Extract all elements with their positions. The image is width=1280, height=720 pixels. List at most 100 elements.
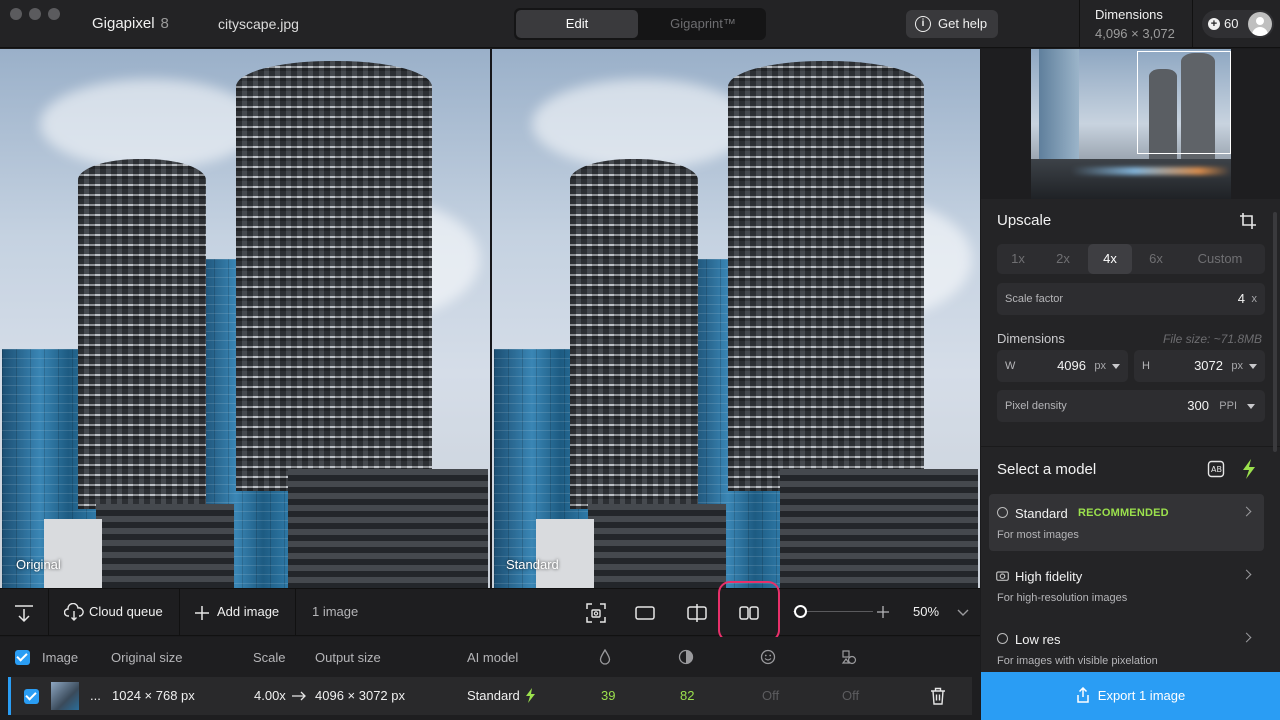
model-high-fidelity[interactable]: High fidelity For high-resolution images bbox=[989, 557, 1264, 614]
crop-icon[interactable] bbox=[1239, 212, 1257, 230]
compare-models-icon[interactable]: AB bbox=[1207, 460, 1225, 478]
scale-factor-unit: x bbox=[1251, 293, 1258, 305]
width-label: W bbox=[1005, 360, 1016, 372]
image-count: 1 image bbox=[312, 604, 359, 619]
header-original-size: Original size bbox=[111, 650, 183, 665]
row-original-size: 1024 × 768 px bbox=[112, 688, 195, 703]
header-scale: Scale bbox=[253, 650, 286, 665]
image-thumbnail bbox=[51, 682, 79, 710]
row-scale: 4.00x bbox=[254, 688, 286, 703]
cloud-queue-button[interactable]: Cloud queue bbox=[89, 604, 163, 619]
header-ai-model: AI model bbox=[467, 650, 519, 665]
pixel-density-unit: PPI bbox=[1219, 400, 1237, 412]
pixel-density-field[interactable]: Pixel density 300 PPI bbox=[997, 390, 1265, 422]
avatar[interactable] bbox=[1248, 12, 1272, 36]
width-unit: px bbox=[1094, 360, 1106, 372]
header-output-size: Output size bbox=[315, 650, 381, 665]
row-value-1: 39 bbox=[601, 688, 616, 703]
select-all-checkbox[interactable] bbox=[15, 650, 30, 665]
row-checkbox[interactable] bbox=[24, 689, 39, 704]
scale-factor-field[interactable]: Scale factor 4 x bbox=[997, 283, 1265, 315]
height-field[interactable]: H 3072 px bbox=[1134, 350, 1265, 382]
scale-factor-label: Scale factor bbox=[1005, 293, 1064, 305]
panel-scrollbar[interactable] bbox=[1273, 212, 1277, 452]
split-view-icon[interactable] bbox=[685, 601, 709, 625]
row-value-4: Off bbox=[842, 688, 860, 703]
model-name: Low res bbox=[1015, 632, 1061, 647]
chevron-right-icon bbox=[1241, 569, 1252, 580]
credits-count: 60 bbox=[1224, 16, 1239, 31]
globe-icon bbox=[997, 633, 1008, 644]
model-name: High fidelity bbox=[1015, 569, 1083, 584]
row-ai-model[interactable]: Standard bbox=[467, 688, 520, 703]
minimize-window-button[interactable] bbox=[29, 8, 41, 20]
side-by-side-highlight bbox=[718, 581, 780, 642]
chevron-down-icon[interactable] bbox=[1112, 364, 1120, 369]
header-image: Image bbox=[42, 650, 79, 665]
tab-gigaprint[interactable]: Gigaprint™ bbox=[642, 10, 764, 38]
zoom-in-icon[interactable] bbox=[877, 606, 889, 618]
image-table: Image Original size Scale Output size AI… bbox=[0, 637, 980, 720]
app-name: Gigapixel 8 bbox=[92, 15, 169, 32]
scale-1x[interactable]: 1x bbox=[997, 244, 1039, 274]
export-button[interactable]: Export 1 image bbox=[981, 672, 1280, 720]
lightning-icon[interactable] bbox=[1241, 459, 1257, 479]
height-unit: px bbox=[1231, 360, 1243, 372]
download-arrow-icon[interactable] bbox=[14, 603, 34, 623]
height-value[interactable]: 3072 bbox=[1194, 358, 1223, 373]
get-help-button[interactable]: i Get help bbox=[906, 10, 998, 38]
trash-icon[interactable] bbox=[930, 687, 946, 705]
model-low-res[interactable]: Low res For images with visible pixelati… bbox=[989, 620, 1264, 677]
width-value[interactable]: 4096 bbox=[1057, 358, 1086, 373]
face-icon bbox=[760, 649, 776, 665]
tab-edit[interactable]: Edit bbox=[516, 10, 638, 38]
width-field[interactable]: W 4096 px bbox=[997, 350, 1128, 382]
drop-icon bbox=[599, 649, 611, 665]
zoom-value[interactable]: 50% bbox=[913, 604, 939, 619]
scale-selector: 1x 2x 4x 6x Custom bbox=[997, 244, 1265, 274]
model-name: Standard bbox=[1015, 506, 1068, 521]
file-name: cityscape.jpg bbox=[218, 16, 299, 32]
bottom-toolbar: Cloud queue Add image 1 image bbox=[0, 588, 980, 636]
scale-factor-value[interactable]: 4 bbox=[1238, 291, 1245, 306]
chevron-down-icon[interactable] bbox=[1247, 404, 1255, 409]
chevron-down-icon[interactable] bbox=[1249, 364, 1257, 369]
app-title: Gigapixel bbox=[92, 15, 155, 32]
pixel-density-label: Pixel density bbox=[1005, 400, 1067, 412]
preview-original[interactable]: Original bbox=[0, 49, 490, 588]
zoom-slider-handle[interactable] bbox=[794, 605, 807, 618]
row-value-2: 82 bbox=[680, 688, 695, 703]
title-bar: Gigapixel 8 cityscape.jpg Edit Gigaprint™… bbox=[0, 0, 1280, 48]
model-standard[interactable]: Standard RECOMMENDED For most images bbox=[989, 494, 1264, 551]
divider bbox=[1192, 0, 1193, 48]
navigator-viewport[interactable] bbox=[1137, 51, 1231, 154]
dimensions-section-label: Dimensions bbox=[997, 331, 1065, 346]
dimensions-label: Dimensions bbox=[1095, 7, 1163, 22]
share-icon bbox=[1077, 686, 1089, 703]
divider bbox=[981, 446, 1280, 447]
chevron-down-icon[interactable] bbox=[957, 609, 969, 617]
camera-icon bbox=[996, 571, 1009, 581]
shapes-icon bbox=[841, 650, 857, 665]
navigator[interactable] bbox=[981, 49, 1280, 199]
height-label: H bbox=[1142, 360, 1150, 372]
close-window-button[interactable] bbox=[10, 8, 22, 20]
arrow-right-icon bbox=[292, 691, 306, 701]
preview-standard[interactable]: Standard bbox=[492, 49, 980, 588]
info-icon: i bbox=[915, 16, 931, 32]
add-image-button[interactable]: Add image bbox=[217, 604, 279, 619]
single-view-icon[interactable] bbox=[633, 601, 657, 625]
pixel-density-value[interactable]: 300 bbox=[1187, 398, 1209, 413]
table-row[interactable]: ... 1024 × 768 px 4.00x 4096 × 3072 px S… bbox=[8, 677, 972, 715]
scale-custom[interactable]: Custom bbox=[1180, 244, 1260, 274]
mode-switch: Edit Gigaprint™ bbox=[514, 8, 766, 40]
scale-4x[interactable]: 4x bbox=[1088, 244, 1132, 274]
scale-2x[interactable]: 2x bbox=[1041, 244, 1085, 274]
focus-view-icon[interactable] bbox=[584, 601, 608, 625]
contrast-icon bbox=[678, 649, 694, 665]
credits-badge[interactable]: + 60 bbox=[1202, 10, 1274, 38]
plus-icon: + bbox=[1208, 18, 1220, 30]
maximize-window-button[interactable] bbox=[48, 8, 60, 20]
original-label: Original bbox=[16, 557, 61, 572]
scale-6x[interactable]: 6x bbox=[1134, 244, 1178, 274]
